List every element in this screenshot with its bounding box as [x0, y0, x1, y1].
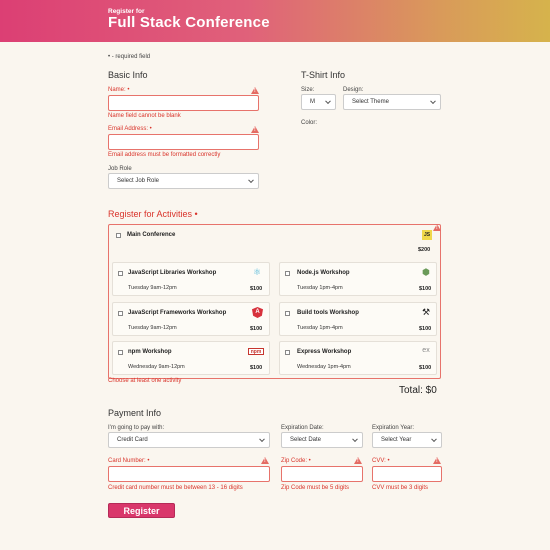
activity-name: Main Conference — [127, 232, 176, 238]
activity-card[interactable]: JavaScript Frameworks Workshop A Tuesday… — [112, 302, 270, 336]
activity-time: Tuesday 1pm-4pm — [297, 285, 343, 291]
basic-info-heading: Basic Info — [108, 70, 148, 80]
activities-heading: Register for Activities • — [108, 209, 198, 219]
job-role-value: Select Job Role — [117, 178, 160, 184]
chevron-down-icon — [352, 436, 358, 443]
activity-checkbox[interactable] — [285, 271, 290, 276]
activity-checkbox[interactable] — [118, 311, 123, 316]
exp-year-value: Select Year — [381, 437, 412, 443]
chevron-down-icon — [248, 177, 254, 184]
activity-checkbox[interactable] — [285, 311, 290, 316]
activity-time: Wednesday 1pm-4pm — [297, 364, 351, 370]
cvv-warning-icon — [433, 457, 441, 464]
zip-input[interactable] — [281, 466, 363, 482]
activity-name: JavaScript Libraries Workshop — [128, 270, 217, 276]
tools-icon: ⚒ — [421, 307, 431, 317]
page-header: Register for Full Stack Conference — [0, 0, 550, 42]
email-input[interactable] — [108, 134, 259, 150]
register-button[interactable]: Register — [108, 503, 175, 518]
activity-name: JavaScript Frameworks Workshop — [128, 310, 227, 316]
total-amount: Total: $0 — [399, 385, 437, 396]
angular-icon: A — [252, 307, 263, 318]
activity-time: Tuesday 1pm-4pm — [297, 325, 343, 331]
activity-price: $100 — [250, 365, 263, 371]
activity-card[interactable]: Node.js Workshop ⬢ Tuesday 1pm-4pm $100 — [279, 262, 437, 296]
activity-time: Tuesday 9am-12pm — [128, 325, 177, 331]
tshirt-heading: T-Shirt Info — [301, 70, 346, 80]
chevron-down-icon — [430, 98, 436, 105]
email-warning-icon — [251, 126, 259, 133]
required-note: • - required field — [108, 54, 151, 60]
activity-time: Tuesday 9am-12pm — [128, 285, 177, 291]
card-warning-icon — [261, 457, 269, 464]
exp-year-label: Expiration Year: — [372, 425, 415, 431]
cvv-error: CVV must be 3 digits — [372, 485, 429, 491]
job-role-select[interactable]: Select Job Role — [108, 173, 259, 189]
name-error: Name field cannot be blank — [108, 113, 181, 119]
activity-card[interactable]: Express Workshop ex Wednesday 1pm-4pm $1… — [279, 341, 437, 375]
design-value: Select Theme — [352, 99, 389, 105]
activity-checkbox[interactable] — [118, 271, 123, 276]
activity-time: Wednesday 9am-12pm — [128, 364, 185, 370]
activity-card[interactable]: npm Workshop npm Wednesday 9am-12pm $100 — [112, 341, 270, 375]
color-label: Color: — [301, 120, 318, 126]
npm-icon: npm — [248, 348, 264, 355]
size-select[interactable]: M — [301, 94, 336, 110]
activity-price: $100 — [250, 326, 263, 332]
cvv-input[interactable] — [372, 466, 442, 482]
chevron-down-icon — [259, 436, 265, 443]
card-number-label: Card Number: • — [108, 458, 150, 464]
chevron-down-icon — [325, 98, 331, 105]
cvv-label: CVV: • — [372, 458, 390, 464]
activity-price: $100 — [419, 286, 432, 292]
zip-error: Zip Code must be 5 digits — [281, 485, 350, 491]
js-icon: JS — [422, 230, 432, 240]
activity-name: Build tools Workshop — [297, 310, 359, 316]
activity-main-conference[interactable]: Main Conference JS $200 — [109, 225, 440, 260]
size-value: M — [310, 99, 315, 105]
activity-price: $100 — [419, 326, 432, 332]
activity-name: Node.js Workshop — [297, 270, 350, 276]
pay-with-label: I'm going to pay with: — [108, 425, 165, 431]
activity-price: $100 — [250, 286, 263, 292]
exp-year-select[interactable]: Select Year — [372, 432, 442, 448]
size-label: Size: — [301, 87, 315, 93]
card-number-error: Credit card number must be between 13 - … — [108, 485, 243, 491]
activity-checkbox[interactable] — [116, 233, 121, 238]
chevron-down-icon — [431, 436, 437, 443]
node-icon: ⬢ — [422, 267, 430, 277]
name-label: Name: • — [108, 87, 130, 93]
payment-method-value: Credit Card — [117, 437, 148, 443]
design-label: Design: — [343, 87, 364, 93]
payment-heading: Payment Info — [108, 408, 162, 418]
page-title: Full Stack Conference — [108, 14, 270, 31]
activities-error: Choose at least one activity — [108, 378, 182, 384]
name-input[interactable] — [108, 95, 259, 111]
activity-card[interactable]: JavaScript Libraries Workshop ⚛ Tuesday … — [112, 262, 270, 296]
express-icon: ex — [422, 347, 430, 354]
payment-method-select[interactable]: Credit Card — [108, 432, 270, 448]
card-number-input[interactable] — [108, 466, 270, 482]
activity-card[interactable]: Build tools Workshop ⚒ Tuesday 1pm-4pm $… — [279, 302, 437, 336]
exp-date-select[interactable]: Select Date — [281, 432, 363, 448]
name-warning-icon — [251, 87, 259, 94]
design-select[interactable]: Select Theme — [343, 94, 441, 110]
activity-checkbox[interactable] — [118, 350, 123, 355]
zip-warning-icon — [354, 457, 362, 464]
zip-label: Zip Code: • — [281, 458, 311, 464]
activity-name: Express Workshop — [297, 349, 352, 355]
email-label: Email Address: • — [108, 126, 152, 132]
job-role-label: Job Role — [108, 166, 132, 172]
email-error: Email address must be formatted correctl… — [108, 152, 221, 158]
react-icon: ⚛ — [252, 267, 262, 277]
exp-date-value: Select Date — [290, 437, 322, 443]
activity-checkbox[interactable] — [285, 350, 290, 355]
activity-name: npm Workshop — [128, 349, 172, 355]
activity-price: $200 — [418, 247, 431, 253]
exp-date-label: Expiration Date: — [281, 425, 324, 431]
activity-price: $100 — [419, 365, 432, 371]
